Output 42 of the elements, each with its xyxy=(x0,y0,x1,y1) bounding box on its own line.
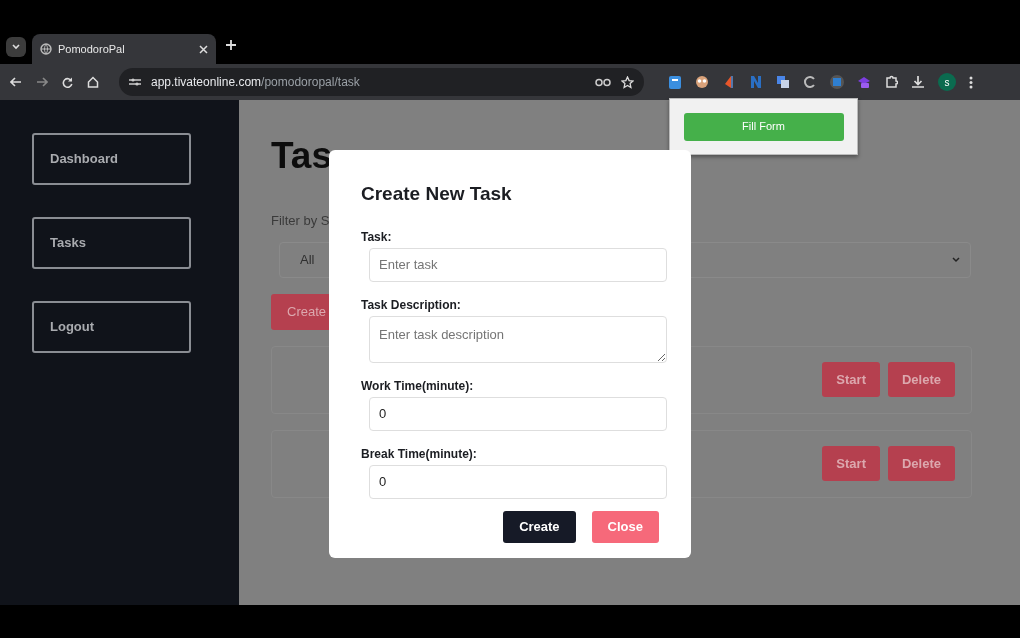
create-button[interactable]: Create xyxy=(503,510,576,543)
chevron-icon xyxy=(952,257,960,264)
reload-icon[interactable] xyxy=(62,76,73,88)
face-extension-icon[interactable] xyxy=(695,75,709,89)
url-text: app.tivateonline.com/pomodoropal/task xyxy=(151,74,360,91)
translate-extension-icon[interactable] xyxy=(776,75,790,89)
form-extension-icon[interactable] xyxy=(668,75,682,89)
download-icon[interactable] xyxy=(911,75,925,89)
page-title: Tas xyxy=(271,136,333,177)
field-label: Break Time(minute): xyxy=(361,445,478,463)
field-label: Task Description: xyxy=(361,296,462,314)
chevron-icon xyxy=(12,44,20,50)
sidebar-item[interactable]: Logout xyxy=(32,301,191,353)
field-label: Work Time(minute): xyxy=(361,377,475,395)
sidebar-item[interactable]: Dashboard xyxy=(32,133,191,185)
modal-title: Create New Task xyxy=(361,183,513,206)
site-settings-icon[interactable] xyxy=(129,77,141,87)
extensions-icon[interactable] xyxy=(884,75,898,89)
input-field[interactable]: 0 xyxy=(369,464,667,499)
flag-extension-icon[interactable] xyxy=(722,75,736,89)
star-icon[interactable] xyxy=(621,75,634,89)
tab-title: PomodoroPal xyxy=(58,41,126,57)
globe-icon xyxy=(40,43,52,55)
input-field[interactable]: 0 xyxy=(369,396,667,431)
description-field[interactable]: Enter task description xyxy=(369,315,667,363)
active-extension-icon[interactable] xyxy=(830,75,844,89)
home-icon[interactable] xyxy=(87,76,99,88)
hat-extension-icon[interactable] xyxy=(857,75,871,89)
forward-icon[interactable] xyxy=(36,77,48,87)
back-icon[interactable] xyxy=(10,77,22,87)
tab-search-button[interactable] xyxy=(6,37,26,57)
browser-tab[interactable]: PomodoroPal xyxy=(32,34,216,64)
filter-label: Filter by S xyxy=(271,211,331,230)
address-bar[interactable]: app.tivateonline.com/pomodoropal/task xyxy=(119,68,644,96)
close-icon[interactable] xyxy=(199,44,208,54)
new-tab-icon[interactable] xyxy=(226,39,236,50)
n-extension-icon[interactable] xyxy=(749,75,763,89)
input-field[interactable]: Enter task xyxy=(369,247,667,282)
sidebar-item[interactable]: Tasks xyxy=(32,217,191,269)
profile-avatar[interactable]: s xyxy=(938,73,956,91)
more-menu-icon[interactable] xyxy=(969,75,973,89)
field-label: Task: xyxy=(361,228,393,246)
